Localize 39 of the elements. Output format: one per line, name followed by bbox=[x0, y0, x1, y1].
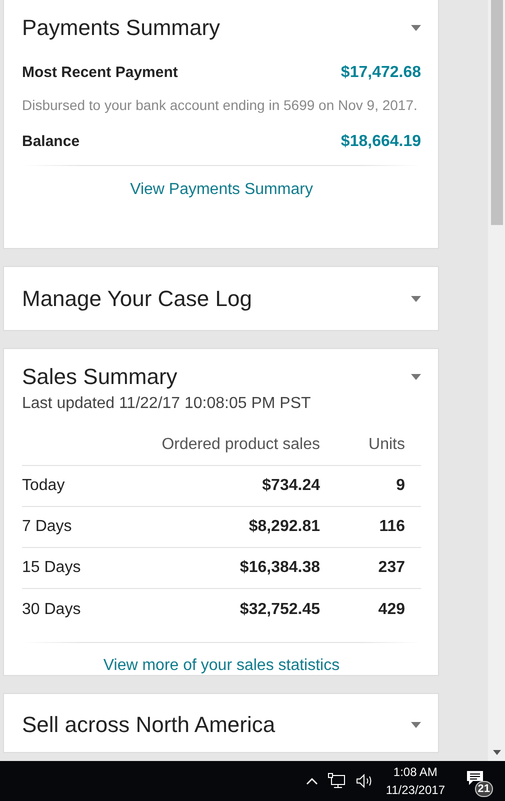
column-header: Ordered product sales bbox=[160, 436, 320, 454]
clock-time: 1:08 AM bbox=[393, 764, 438, 781]
volume-icon[interactable] bbox=[356, 774, 374, 788]
payment-amount: $17,472.68 bbox=[340, 64, 421, 82]
card-title: Payments Summary bbox=[22, 14, 220, 42]
caret-icon[interactable] bbox=[411, 722, 421, 728]
payment-note: Disbursed to your bank account ending in 5699 on Nov 9, 2017. bbox=[22, 96, 418, 115]
units-cell-text: 429 bbox=[377, 600, 405, 618]
chevron-up-icon[interactable] bbox=[306, 778, 318, 784]
period-cell-text: Today bbox=[22, 477, 66, 495]
sales-cell-text: $734.24 bbox=[261, 477, 320, 495]
card-title: Sell across North America bbox=[22, 711, 276, 739]
card-title: Sales Summary bbox=[22, 363, 178, 391]
payments-link[interactable]: View Payments Summary bbox=[130, 181, 313, 198]
column-header: Units bbox=[368, 436, 405, 454]
sales-cell-text: $16,384.38 bbox=[238, 559, 320, 577]
scroll-down-icon[interactable] bbox=[493, 750, 501, 755]
caret-icon[interactable] bbox=[411, 374, 421, 380]
balance-amount: $18,664.19 bbox=[340, 133, 421, 151]
clock-date: 11/23/2017 bbox=[386, 782, 445, 799]
period-cell-text: 30 Days bbox=[22, 600, 82, 618]
sales-statistics-link[interactable]: View more of your sales statistics bbox=[103, 657, 340, 674]
period-cell-text: 7 Days bbox=[22, 518, 73, 536]
units-cell-text: 237 bbox=[377, 559, 405, 577]
period-cell-text: 15 Days bbox=[22, 559, 82, 577]
units-cell-text: 9 bbox=[395, 477, 405, 495]
network-icon[interactable] bbox=[328, 773, 346, 789]
caret-icon[interactable] bbox=[411, 25, 421, 31]
scrollbar-thumb[interactable] bbox=[490, 0, 502, 225]
last-updated-text: Last updated 11/22/17 10:08:05 PM PST bbox=[22, 395, 312, 413]
units-cell-text: 116 bbox=[378, 518, 405, 536]
sales-cell-text: $8,292.81 bbox=[248, 518, 320, 536]
card-title: Manage Your Case Log bbox=[22, 285, 252, 313]
balance-label: Balance bbox=[22, 133, 80, 151]
sales-cell-text: $32,752.45 bbox=[238, 600, 320, 618]
payment-label: Most Recent Payment bbox=[22, 64, 178, 82]
notification-count: 21 bbox=[474, 781, 493, 797]
caret-icon[interactable] bbox=[411, 296, 421, 302]
scrollbar[interactable] bbox=[488, 0, 505, 761]
